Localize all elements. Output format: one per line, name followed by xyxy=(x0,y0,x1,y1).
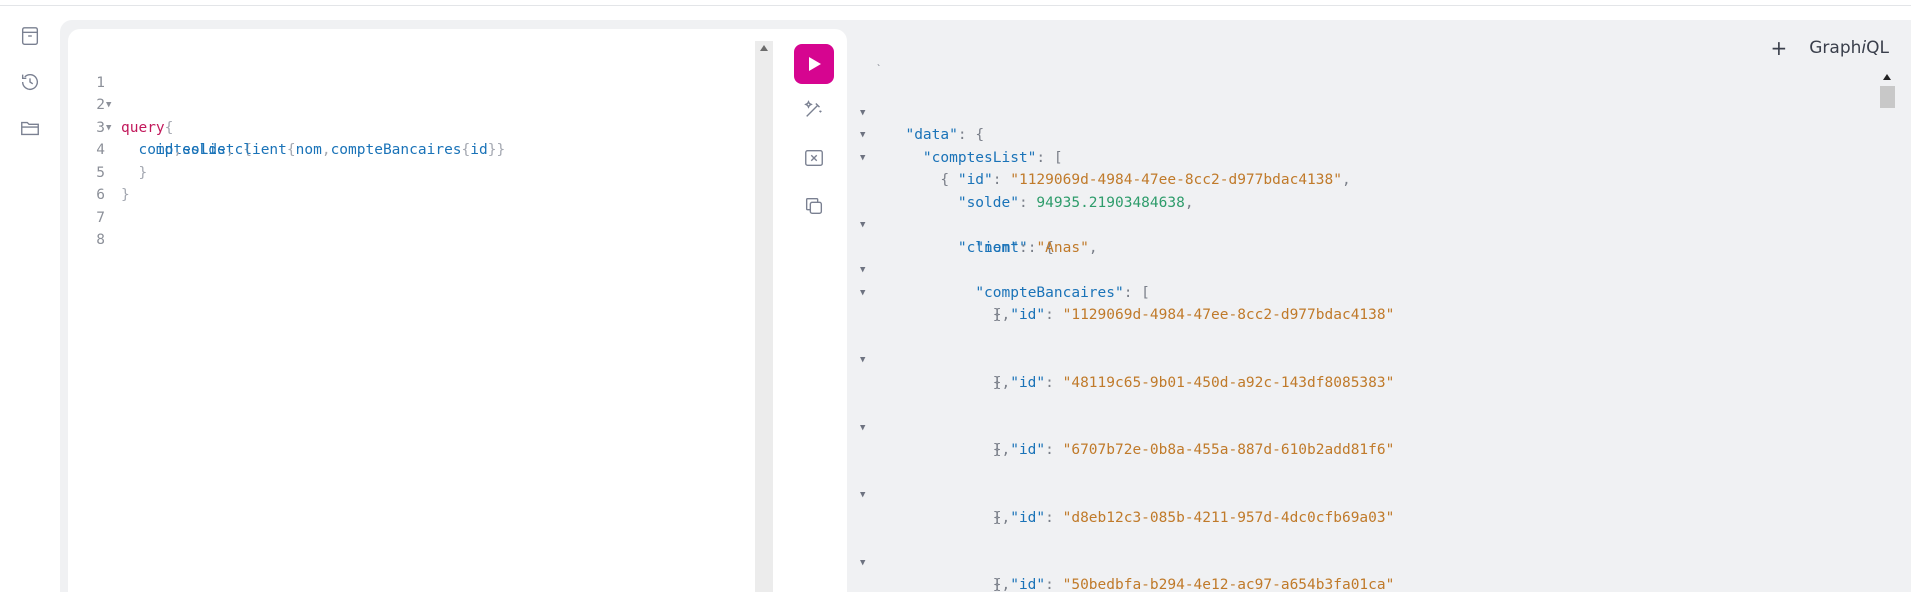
result-scrollbar[interactable] xyxy=(1877,72,1897,592)
result-line: ▼ { xyxy=(848,259,1002,324)
result-header: + GraphiQL xyxy=(1770,35,1889,61)
editor-line-1: 1 ▼ query{ xyxy=(68,49,758,136)
result-line: "id": "6707b72e-0b8a-455a-887d-610b2add8… xyxy=(1010,442,1395,458)
result-pane: + GraphiQL ` ▼ "data": { ▼ "comptesList"… xyxy=(848,20,1911,592)
scrollbar-thumb[interactable] xyxy=(1880,86,1895,108)
result-line: ▼ "data": { xyxy=(848,79,984,144)
query-editor: 1 ▼ query{ 2 ▼ comptesList { 3 id,solde,… xyxy=(68,29,847,592)
result-line: "nom": "Anas", xyxy=(975,239,1098,256)
result-line: ▼ { xyxy=(848,327,1002,391)
result-line: ▼ "client": { xyxy=(848,192,1054,256)
query-code[interactable]: 1 ▼ query{ 2 ▼ comptesList { 3 id,solde,… xyxy=(68,49,758,249)
merge-fragments-icon[interactable] xyxy=(800,144,828,172)
copy-query-icon[interactable] xyxy=(800,192,828,220)
editor-line-3: 3 id,solde,client{nom,compteBancaires{id… xyxy=(68,94,758,159)
result-line: "id": "1129069d-4984-47ee-8cc2-d977bdac4… xyxy=(1010,307,1395,323)
editor-line-6: 6 xyxy=(68,162,758,203)
result-line: ` xyxy=(876,64,883,75)
result-line: }, xyxy=(992,374,1011,391)
play-icon xyxy=(809,57,821,71)
editor-line-7: 7 xyxy=(68,184,758,226)
result-line: ▼ { xyxy=(848,462,1002,526)
result-line: ▼ "compteBancaires": [ xyxy=(848,237,1150,301)
result-line: "id": "d8eb12c3-085b-4211-957d-4dc0cfb69… xyxy=(1010,509,1395,526)
scroll-up-arrow-icon[interactable] xyxy=(760,45,768,51)
editor-toolbar xyxy=(778,29,847,592)
result-line: }, xyxy=(992,307,1011,323)
result-line: }, xyxy=(992,442,1011,458)
result-json[interactable]: ` ▼ "data": { ▼ "comptesList": [ ▼ { "id… xyxy=(848,64,1395,592)
result-line: "id": "50bedbfa-b294-4e12-ac97-a654b3fa0… xyxy=(1010,577,1395,592)
editor-line-5: 5 } xyxy=(68,139,758,204)
top-border xyxy=(0,5,1911,6)
result-line: "id": "48119c65-9b01-450d-a92c-143df8085… xyxy=(1010,374,1395,391)
history-icon[interactable] xyxy=(16,68,44,96)
editor-line-8: 8 xyxy=(68,207,758,248)
result-line: }, xyxy=(992,577,1011,592)
result-line: ▼ { xyxy=(848,394,1002,459)
result-line: ▼ "comptesList": [ xyxy=(848,102,1063,166)
run-query-button[interactable] xyxy=(794,44,834,84)
documentation-icon[interactable] xyxy=(16,22,44,50)
result-line: "id": "1129069d-4984-47ee-8cc2-d977bdac4… xyxy=(957,172,1351,188)
scroll-up-arrow-icon[interactable] xyxy=(1883,74,1891,80)
result-line: ▼ { xyxy=(848,124,949,189)
result-line: }, xyxy=(992,509,1011,526)
editor-line-4: 4 } xyxy=(68,117,758,181)
prettify-icon[interactable] xyxy=(800,95,828,123)
result-line: ▼ { xyxy=(848,529,1002,592)
line-number: 8 xyxy=(96,232,105,248)
editor-scrollbar[interactable] xyxy=(755,41,773,592)
editor-line-2: 2 ▼ comptesList { xyxy=(68,72,758,158)
add-tab-button[interactable]: + xyxy=(1770,36,1787,60)
sidebar xyxy=(0,6,60,592)
graphiql-logo: GraphiQL xyxy=(1809,38,1889,58)
collections-icon[interactable] xyxy=(16,114,44,142)
result-line: "solde": 94935.21903484638, xyxy=(957,194,1194,211)
